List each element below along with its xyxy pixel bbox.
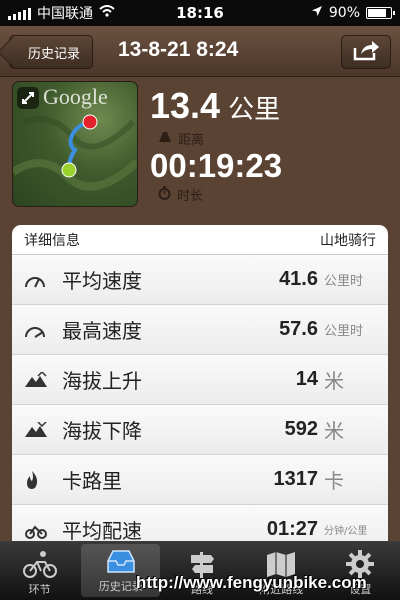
stat-unit: 分钟/公里	[324, 526, 368, 537]
stat-row-calories: 卡路里 1317 卡	[12, 455, 388, 505]
pace-icon	[24, 521, 54, 539]
duration-label: 时长	[177, 189, 204, 204]
stat-unit: 卡	[324, 469, 344, 493]
wifi-icon	[99, 5, 115, 21]
distance-display: 13.4 公里	[150, 85, 280, 127]
signal-icon	[8, 6, 31, 20]
stat-value: 57.6	[279, 318, 318, 340]
stat-value: 14	[295, 368, 318, 390]
stat-value: 1317	[273, 468, 319, 490]
start-marker	[61, 162, 77, 178]
google-logo: Google	[43, 84, 108, 109]
stat-label: 海拔下降	[62, 419, 142, 443]
battery-icon	[366, 7, 395, 19]
details-card: 详细信息 山地骑行 平均速度 41.6 公里时 最高速度 57.6 公里时 海拔…	[12, 225, 388, 555]
stat-unit: 公里时	[324, 274, 364, 289]
stat-label: 最高速度	[62, 319, 142, 343]
stat-unit: 米	[324, 419, 344, 443]
stat-row-elevation-loss: 海拔下降 592 米	[12, 405, 388, 455]
duration-label-row: 时长	[158, 185, 203, 204]
distance-label-row: 距离	[158, 129, 204, 148]
max-speed-icon	[24, 321, 54, 339]
duration-value: 00:19:23	[150, 147, 283, 184]
end-marker	[82, 114, 98, 130]
stat-row-elevation-gain: 海拔上升 14 米	[12, 355, 388, 405]
stat-value: 41.6	[279, 268, 318, 290]
stat-value: 01:27	[266, 518, 318, 540]
mountain-down-icon	[24, 421, 54, 438]
carrier-label: 中国联通	[37, 6, 93, 22]
share-icon	[352, 39, 380, 65]
share-button[interactable]	[341, 35, 391, 69]
location-arrow-icon	[311, 5, 323, 21]
stat-row-max-speed: 最高速度 57.6 公里时	[12, 305, 388, 355]
watermark: http://www.fengyunbike.com	[136, 573, 367, 592]
distance-label: 距离	[178, 133, 205, 148]
details-header: 详细信息 山地骑行	[12, 225, 388, 255]
route-map-thumbnail[interactable]: Google	[12, 81, 138, 207]
distance-unit: 公里	[228, 94, 281, 124]
back-button[interactable]: 历史记录	[9, 35, 94, 69]
history-tray-icon	[104, 544, 138, 578]
details-title: 详细信息	[24, 232, 80, 249]
speedometer-icon	[24, 271, 54, 289]
stat-value: 592	[284, 418, 318, 440]
stat-row-avg-speed: 平均速度 41.6 公里时	[12, 255, 388, 305]
nav-bar: 历史记录 13-8-21 8:24	[0, 26, 400, 77]
road-icon	[158, 131, 172, 147]
stat-unit: 公里时	[324, 324, 364, 339]
ride-summary: Google 13.4 公里 距离 00:19:23 时长	[0, 77, 400, 212]
activity-type: 山地骑行	[320, 232, 376, 249]
stopwatch-icon	[158, 185, 171, 204]
status-bar: 中国联通 18:16 90%	[0, 0, 400, 26]
stat-label: 平均配速	[62, 519, 142, 543]
stat-unit: 米	[324, 369, 344, 393]
battery-percent: 90%	[328, 5, 360, 21]
cyclist-icon	[22, 547, 57, 581]
flame-icon	[24, 470, 54, 490]
expand-icon[interactable]	[17, 87, 39, 109]
stat-label: 卡路里	[62, 469, 122, 493]
tab-label: 环节	[28, 583, 51, 596]
back-button-label: 历史记录	[28, 46, 81, 62]
stat-label: 平均速度	[62, 269, 142, 293]
mountain-up-icon	[24, 371, 54, 388]
page-title: 13-8-21 8:24	[118, 38, 239, 61]
stat-label: 海拔上升	[62, 369, 142, 393]
distance-value: 13.4	[150, 85, 221, 126]
tab-segments[interactable]: 环节	[0, 541, 79, 600]
